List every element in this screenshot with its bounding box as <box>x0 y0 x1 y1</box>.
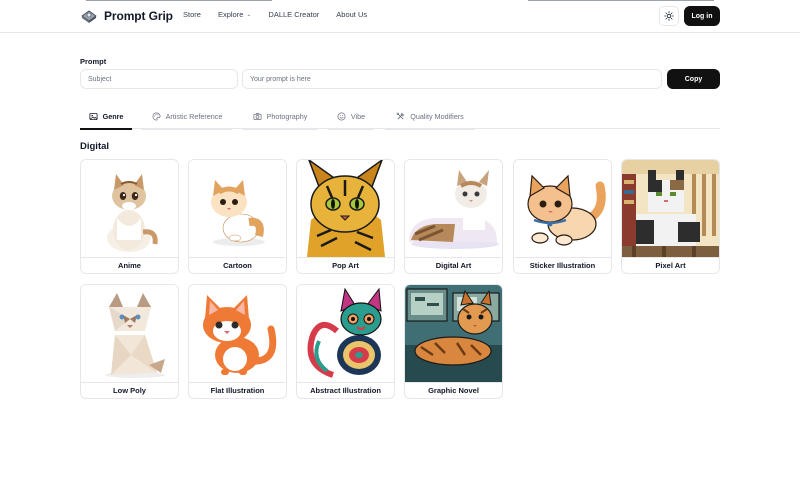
smile-icon <box>337 112 346 121</box>
card-image <box>297 160 394 257</box>
nav-about-us[interactable]: About Us <box>336 10 367 19</box>
tab-photography[interactable]: Photography <box>242 104 318 130</box>
card-label: Pop Art <box>297 257 394 273</box>
card-label: Abstract Illustration <box>297 382 394 398</box>
tab-underline <box>385 128 475 130</box>
style-card-low-poly[interactable]: Low Poly <box>80 284 179 399</box>
style-card-cartoon[interactable]: Cartoon <box>188 159 287 274</box>
sun-icon <box>664 11 674 21</box>
tab-photography-label: Photography <box>266 112 308 121</box>
section-title: Digital <box>80 141 110 152</box>
chevron-down-icon: ⌄ <box>246 12 252 18</box>
style-card-abstract-illustration[interactable]: Abstract Illustration <box>296 284 395 399</box>
tab-artistic-reference-label: Artistic Reference <box>165 112 223 121</box>
card-label: Anime <box>81 257 178 273</box>
camera-icon <box>253 112 262 121</box>
card-label: Sticker Illustration <box>514 257 611 273</box>
tab-quality-modifiers[interactable]: Quality Modifiers <box>385 104 475 130</box>
logo-text: Prompt Grip <box>104 9 173 23</box>
tab-underline <box>242 128 318 130</box>
tab-underline <box>80 128 132 130</box>
nav-about-us-label: About Us <box>336 10 368 19</box>
style-card-graphic-novel[interactable]: Graphic Novel <box>404 284 503 399</box>
card-image <box>297 285 394 382</box>
tab-artistic-reference[interactable]: Artistic Reference <box>142 104 232 130</box>
nav-dalle-creator-label: DALLE Creator <box>268 10 320 19</box>
card-label: Flat Illustration <box>189 382 286 398</box>
logo[interactable]: Prompt Grip <box>80 7 173 25</box>
copy-button[interactable]: Copy <box>667 69 720 89</box>
card-image <box>81 285 178 382</box>
top-navbar: Prompt Grip Store Explore ⌄ DALLE Creator… <box>0 0 800 33</box>
tab-underline <box>142 128 232 130</box>
subject-input[interactable]: Subject <box>80 69 238 89</box>
card-label: Low Poly <box>81 382 178 398</box>
card-image <box>514 160 611 257</box>
logo-icon <box>81 10 97 23</box>
login-button[interactable]: Log in <box>684 6 720 26</box>
style-card-digital-art[interactable]: Digital Art <box>404 159 503 274</box>
category-tabs: Genre Artistic Reference Photography Vib… <box>80 104 720 130</box>
style-card-flat-illustration[interactable]: Flat Illustration <box>188 284 287 399</box>
nav-explore[interactable]: Explore ⌄ <box>218 10 251 19</box>
card-image <box>405 160 502 257</box>
nav-explore-label: Explore <box>217 10 244 19</box>
image-icon <box>89 112 98 121</box>
tab-genre-label: Genre <box>102 112 124 121</box>
nav-store[interactable]: Store <box>183 10 201 19</box>
style-card-pop-art[interactable]: Pop Art <box>296 159 395 274</box>
palette-icon <box>152 112 161 121</box>
style-card-pixel-art[interactable]: Pixel Art <box>621 159 720 274</box>
card-image <box>189 160 286 257</box>
tools-icon <box>396 112 405 120</box>
style-card-sticker-illustration[interactable]: Sticker Illustration <box>513 159 612 274</box>
card-label: Pixel Art <box>622 257 719 273</box>
tab-quality-modifiers-label: Quality Modifiers <box>410 112 464 121</box>
tab-vibe[interactable]: Vibe <box>328 104 374 130</box>
tab-genre[interactable]: Genre <box>80 104 132 130</box>
card-label: Digital Art <box>405 257 502 273</box>
main-nav: Store Explore ⌄ DALLE Creator About Us <box>183 10 367 19</box>
card-image <box>405 285 502 382</box>
card-image <box>81 160 178 257</box>
style-card-anime[interactable]: Anime <box>80 159 179 274</box>
theme-toggle-button[interactable] <box>659 6 679 26</box>
tab-underline <box>328 128 374 130</box>
nav-dalle-creator[interactable]: DALLE Creator <box>268 10 319 19</box>
prompt-input[interactable]: Your prompt is here <box>242 69 662 89</box>
card-label: Graphic Novel <box>405 382 502 398</box>
card-image <box>189 285 286 382</box>
card-label: Cartoon <box>189 257 286 273</box>
nav-store-label: Store <box>183 10 201 19</box>
tab-vibe-label: Vibe <box>350 112 366 121</box>
prompt-label: Prompt <box>80 57 107 66</box>
card-image <box>622 160 719 257</box>
